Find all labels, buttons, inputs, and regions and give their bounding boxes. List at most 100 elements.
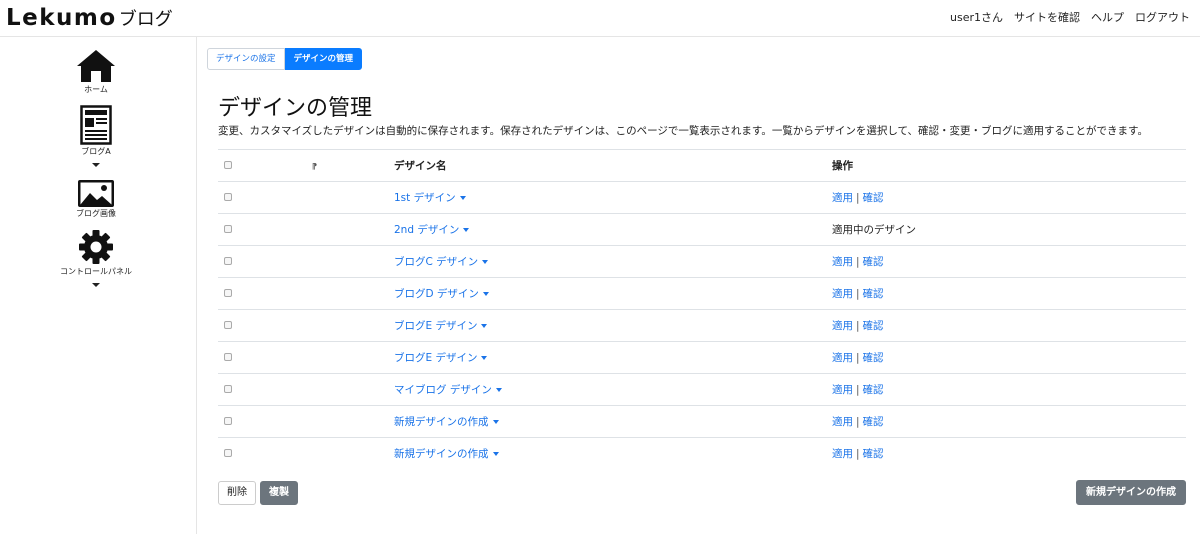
new-design-button[interactable]: 新規デザインの作成 [1076,480,1186,505]
design-name-dropdown[interactable]: 新規デザインの作成 [394,448,499,460]
apply-link[interactable]: 適用 [832,320,853,332]
column-header-ops: 操作 [832,149,1186,182]
sidebar-item-label: コントロールパネル [60,267,132,276]
table-row: 2nd デザイン 適用中のデザイン [218,213,1186,246]
design-name-dropdown[interactable]: ブログE デザイン [394,320,488,332]
logo-word: Lekumo [6,5,117,31]
sidebar-item-home[interactable]: ホーム [0,49,192,95]
apply-link[interactable]: 適用 [832,192,853,204]
apply-link[interactable]: 適用 [832,384,853,396]
design-tabs: デザインの設定 デザインの管理 [207,48,363,70]
design-name-dropdown[interactable]: ブログC デザイン [394,256,489,268]
design-name-dropdown[interactable]: ブログD デザイン [394,288,489,300]
link-separator: | [856,320,860,332]
sidebar: ホーム ブログA ブログ画像 コントロールパネル [0,37,197,534]
design-name-dropdown[interactable]: ブログE デザイン [394,352,488,364]
table-row: 新規デザインの作成 適用 | 確認 [218,437,1186,470]
design-name-dropdown[interactable]: マイブログ デザイン [394,384,502,396]
row-checkbox[interactable] [224,352,232,361]
caret-down-icon [459,196,466,200]
sidebar-item-label: ブログA [81,147,111,156]
home-icon [77,50,115,82]
design-name: ブログC デザイン [394,256,479,268]
apply-link[interactable]: 適用 [832,288,853,300]
user-menu-link[interactable]: user1さん [950,9,1003,25]
preview-link[interactable]: 確認 [863,256,884,268]
design-table: ⁋ デザイン名 操作 1st デザイン 適用 | 確認 2nd デザイン 適用中のデザイン… [218,149,1186,470]
caret-down-icon [492,420,499,424]
caret-down-icon [481,356,488,360]
row-checkbox[interactable] [224,224,232,233]
logo[interactable]: Lekumo ブログ [6,5,173,31]
flag-icon: ⁋ [312,161,318,171]
sidebar-item-blog-images[interactable]: ブログ画像 [0,180,192,219]
help-link[interactable]: ヘルプ [1091,9,1124,25]
design-name: マイブログ デザイン [394,384,492,396]
apply-link[interactable]: 適用 [832,448,853,460]
table-row: 新規デザインの作成 適用 | 確認 [218,405,1186,438]
apply-link[interactable]: 適用 [832,256,853,268]
row-checkbox[interactable] [224,384,232,393]
logout-link[interactable]: ログアウト [1135,9,1190,25]
apply-link[interactable]: 適用 [832,352,853,364]
design-name: ブログE デザイン [394,352,478,364]
preview-link[interactable]: 確認 [863,448,884,460]
table-row: ブログE デザイン 適用 | 確認 [218,341,1186,374]
page-description: 変更、カスタマイズしたデザインは自動的に保存されます。保存されたデザインは、この… [218,125,1148,137]
row-checkbox[interactable] [224,320,232,329]
design-name-dropdown[interactable]: 2nd デザイン [394,224,470,236]
caret-down-icon [482,292,489,296]
sidebar-item-label: ブログ画像 [76,209,116,218]
design-name-dropdown[interactable]: 新規デザインの作成 [394,416,499,428]
design-name: 1st デザイン [394,192,456,204]
row-checkbox[interactable] [224,256,232,265]
preview-link[interactable]: 確認 [863,416,884,428]
preview-link[interactable]: 確認 [863,320,884,332]
preview-link[interactable]: 確認 [863,192,884,204]
design-name: 新規デザインの作成 [394,448,489,461]
row-checkbox[interactable] [224,448,232,457]
design-name: 2nd デザイン [394,224,460,236]
delete-button[interactable]: 削除 [218,481,256,505]
applied-status: 適用中のデザイン [832,224,916,236]
top-bar: Lekumo ブログ user1さん サイトを確認 ヘルプ ログアウト [0,0,1200,37]
row-checkbox[interactable] [224,192,232,201]
table-row: ブログC デザイン 適用 | 確認 [218,245,1186,278]
preview-link[interactable]: 確認 [863,352,884,364]
chevron-down-icon[interactable] [92,163,100,167]
sidebar-item-label: ホーム [84,85,108,94]
page-title: デザインの管理 [218,96,373,121]
row-checkbox[interactable] [224,416,232,425]
top-nav: user1さん サイトを確認 ヘルプ ログアウト [950,9,1190,25]
tab-design-management[interactable]: デザインの管理 [284,48,363,70]
link-separator: | [856,256,860,268]
design-name: ブログE デザイン [394,320,478,332]
column-header-name: デザイン名 [394,149,832,182]
apply-link[interactable]: 適用 [832,416,853,428]
design-name: 新規デザインの作成 [394,416,489,428]
caret-down-icon [463,228,470,232]
table-row: ブログD デザイン 適用 | 確認 [218,277,1186,310]
select-all-checkbox[interactable] [224,160,232,169]
row-checkbox[interactable] [224,288,232,297]
table-row: マイブログ デザイン 適用 | 確認 [218,373,1186,406]
chevron-down-icon[interactable] [92,283,100,287]
caret-down-icon [495,388,502,392]
preview-link[interactable]: 確認 [863,384,884,396]
link-separator: | [856,192,860,204]
view-site-link[interactable]: サイトを確認 [1014,9,1080,25]
caret-down-icon [482,260,489,264]
link-separator: | [856,416,860,428]
sidebar-item-control-panel[interactable]: コントロールパネル [0,229,192,287]
design-name-dropdown[interactable]: 1st デザイン [394,192,466,204]
tab-design-settings[interactable]: デザインの設定 [207,48,285,70]
logo-sub: ブログ [118,9,173,30]
table-row: ブログE デザイン 適用 | 確認 [218,309,1186,342]
sidebar-item-blog[interactable]: ブログA [0,105,192,167]
link-separator: | [856,448,860,461]
caret-down-icon [492,452,499,457]
caret-down-icon [481,324,488,328]
copy-button[interactable]: 複製 [260,481,298,505]
image-icon [78,180,114,207]
preview-link[interactable]: 確認 [863,288,884,300]
